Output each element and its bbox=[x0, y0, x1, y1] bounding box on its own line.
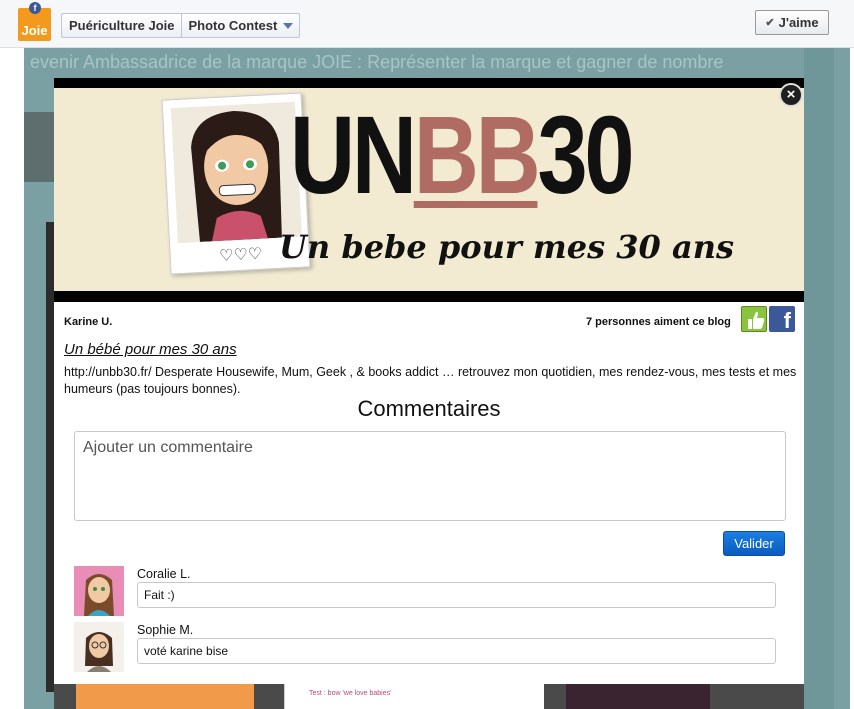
likes-count: 7 personnes aiment ce blog bbox=[586, 316, 731, 328]
blog-detail-modal: ♡♡♡ UNBB30 Un bebe pour mes 30 ans Karin… bbox=[54, 78, 804, 684]
close-icon[interactable]: × bbox=[779, 83, 803, 107]
submit-comment-button[interactable]: Valider bbox=[723, 531, 785, 556]
thumbs-up-icon[interactable] bbox=[741, 306, 767, 332]
background-thumbnail bbox=[76, 684, 254, 709]
blog-description: http://unbb30.fr/ Desperate Housewife, M… bbox=[64, 365, 797, 396]
background-marquee-text: evenir Ambassadrice de la marque JOIE : … bbox=[30, 52, 724, 72]
background-thumbnail-label: Test : bow 'we love babies' bbox=[309, 690, 392, 697]
comment-text: Fait :) bbox=[137, 582, 776, 608]
app-name: Photo Contest bbox=[188, 18, 278, 33]
page-name-link[interactable]: Puériculture Joie bbox=[62, 14, 181, 37]
comments-heading: Commentaires bbox=[357, 396, 501, 421]
app-dropdown[interactable]: Photo Contest bbox=[181, 14, 299, 37]
background-right-strip bbox=[804, 48, 834, 709]
chevron-down-icon bbox=[283, 22, 294, 29]
background-thumbnail: Test : bow 'we love babies' bbox=[284, 684, 544, 709]
banner-title-part: UN bbox=[290, 94, 417, 217]
checkmark-icon: ✔ bbox=[765, 17, 775, 29]
blog-title-link[interactable]: Un bébé pour mes 30 ans bbox=[64, 341, 237, 358]
banner-title: UNBB30 bbox=[290, 94, 635, 217]
facebook-page-header: f Joie Puériculture Joie Photo Contest ✔… bbox=[0, 0, 854, 48]
comment-input[interactable] bbox=[74, 431, 786, 521]
avatar bbox=[74, 622, 124, 672]
joie-logo[interactable]: f Joie bbox=[18, 2, 51, 41]
background-thumbnail bbox=[566, 684, 710, 709]
facebook-badge-icon: f bbox=[29, 2, 41, 14]
banner-subtitle: Un bebe pour mes 30 ans bbox=[279, 228, 734, 266]
comment-author: Sophie M. bbox=[137, 623, 194, 637]
facebook-icon[interactable]: f bbox=[769, 306, 795, 333]
comment-item: Coralie L. Fait :) bbox=[74, 566, 784, 616]
banner-title-accent: BB bbox=[413, 94, 541, 217]
background-column bbox=[46, 222, 54, 692]
like-button-label: J'aime bbox=[778, 15, 819, 30]
breadcrumb: Puériculture Joie Photo Contest bbox=[61, 13, 301, 38]
avatar bbox=[74, 566, 124, 616]
joie-logo-text: Joie bbox=[21, 23, 48, 38]
comment-author: Coralie L. bbox=[137, 567, 191, 581]
comment-text: voté karine bise bbox=[137, 638, 776, 664]
author-name: Karine U. bbox=[64, 316, 113, 328]
banner-image: ♡♡♡ UNBB30 Un bebe pour mes 30 ans bbox=[54, 88, 804, 291]
like-button[interactable]: ✔ J'aime bbox=[755, 10, 829, 35]
blog-banner: ♡♡♡ UNBB30 Un bebe pour mes 30 ans bbox=[54, 78, 804, 302]
banner-title-part: 30 bbox=[537, 94, 634, 217]
comment-item: Sophie M. voté karine bise bbox=[74, 622, 784, 672]
avatar-illustration bbox=[170, 101, 302, 244]
